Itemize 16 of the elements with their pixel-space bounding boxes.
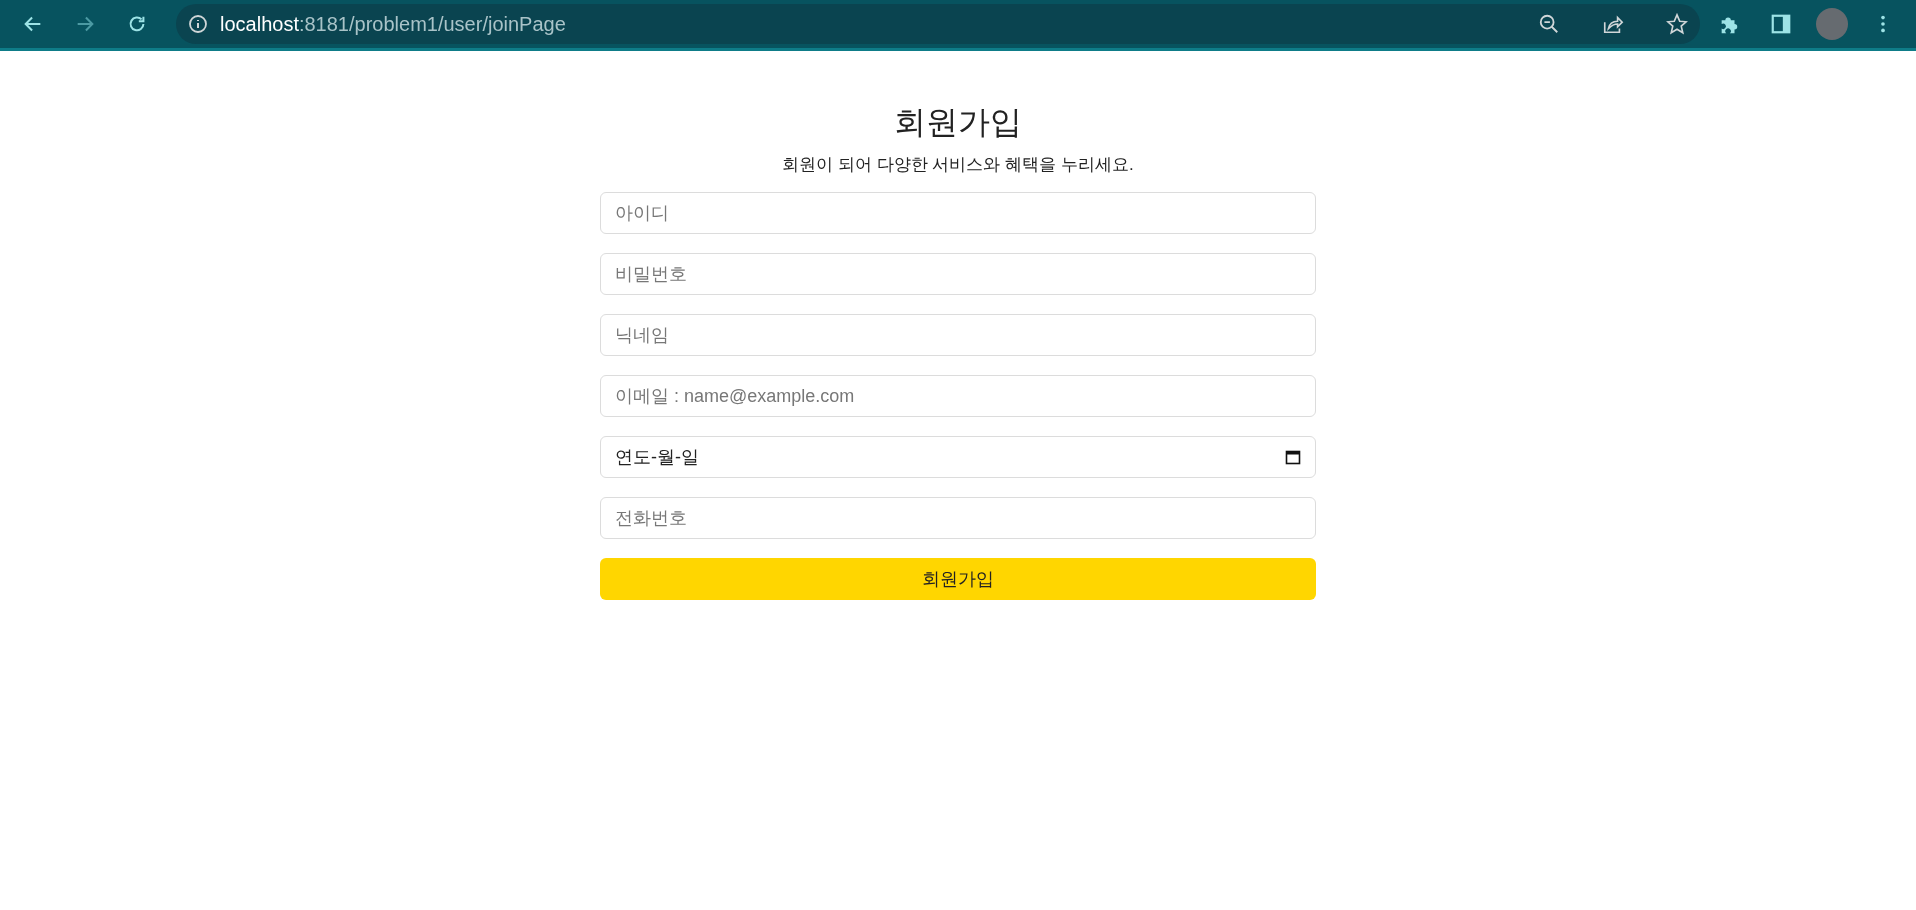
- zoom-out-icon[interactable]: [1538, 13, 1560, 35]
- date-field[interactable]: 연도-월-일: [600, 436, 1316, 478]
- side-panel-icon[interactable]: [1770, 13, 1792, 35]
- input-field[interactable]: 아이디: [600, 192, 1316, 234]
- share-icon[interactable]: [1602, 13, 1624, 35]
- info-icon[interactable]: [188, 14, 208, 34]
- address-bar[interactable]: localhost:8181/problem1/user/joinPage: [176, 4, 1700, 44]
- calendar-icon[interactable]: [1285, 449, 1301, 465]
- input-field[interactable]: 이메일 : name@example.com: [600, 375, 1316, 417]
- input-field[interactable]: 비밀번호: [600, 253, 1316, 295]
- input-field[interactable]: 닉네임: [600, 314, 1316, 356]
- input-field[interactable]: 전화번호: [600, 497, 1316, 539]
- signup-button[interactable]: 회원가입: [600, 558, 1316, 600]
- star-icon[interactable]: [1666, 13, 1688, 35]
- page-subtitle: 회원이 되어 다양한 서비스와 혜택을 누리세요.: [782, 154, 1134, 176]
- page-title: 회원가입: [894, 103, 1022, 142]
